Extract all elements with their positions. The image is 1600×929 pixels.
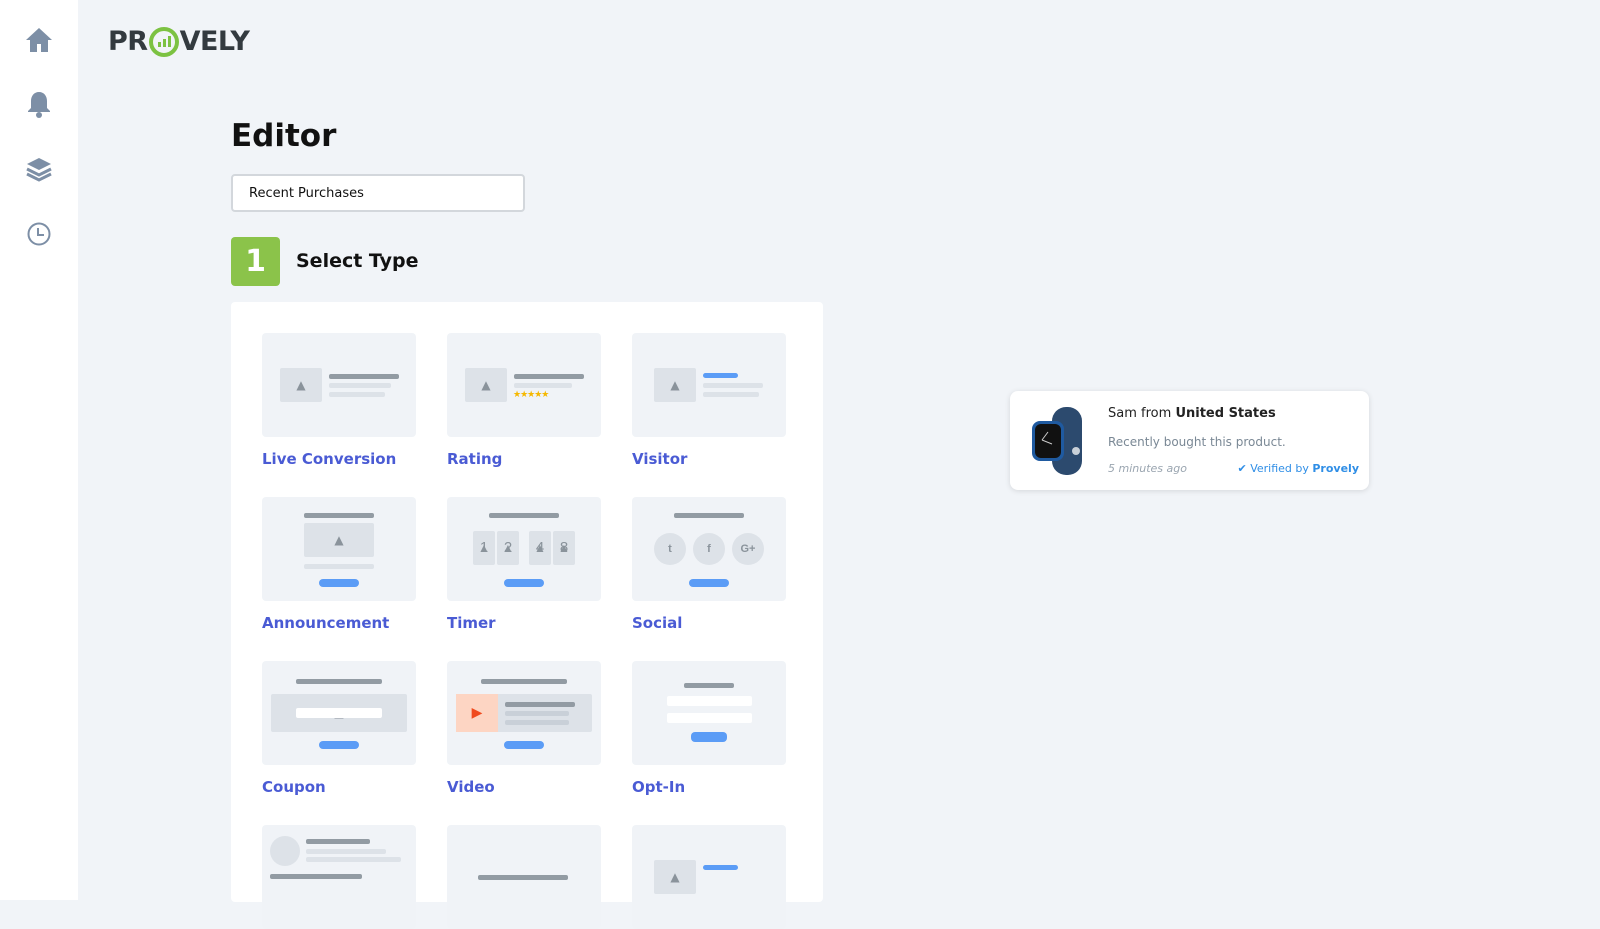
- type-label[interactable]: Opt-In: [632, 778, 685, 796]
- type-card[interactable]: [262, 825, 416, 929]
- sidebar: [0, 0, 78, 900]
- campaign-name-input[interactable]: [231, 174, 525, 212]
- type-label[interactable]: Rating: [447, 450, 502, 468]
- type-label[interactable]: Social: [632, 614, 682, 632]
- type-card-timer[interactable]: 1 2 4 8: [447, 497, 601, 601]
- verified-badge: ✔ Verified by Provely: [1237, 462, 1359, 475]
- timer-digit: 8: [553, 531, 575, 565]
- stars-icon: ★★★★★: [513, 390, 549, 400]
- layers-icon[interactable]: [24, 154, 54, 184]
- notification-preview: Sam from United States Recently bought t…: [1010, 391, 1369, 490]
- clock-icon[interactable]: [24, 219, 54, 249]
- step-number-badge: 1: [231, 237, 280, 286]
- type-card-visitor[interactable]: [632, 333, 786, 437]
- twitter-icon: t: [654, 533, 686, 565]
- type-label[interactable]: Coupon: [262, 778, 326, 796]
- notification-title: Sam from United States: [1108, 406, 1276, 421]
- type-label[interactable]: Timer: [447, 614, 496, 632]
- timer-digit: 4: [529, 531, 551, 565]
- page-title: Editor: [231, 118, 337, 154]
- type-label[interactable]: Video: [447, 778, 495, 796]
- type-label[interactable]: Live Conversion: [262, 450, 396, 468]
- notification-message: Recently bought this product.: [1108, 435, 1286, 449]
- type-card-opt-in[interactable]: [632, 661, 786, 765]
- type-card-live-conversion[interactable]: [262, 333, 416, 437]
- timer-digit: 2: [497, 531, 519, 565]
- timer-digit: 1: [473, 531, 495, 565]
- step-title: Select Type: [296, 250, 419, 272]
- type-panel: Live Conversion ★★★★★ Rating Visitor Ann…: [231, 302, 823, 929]
- type-card[interactable]: [632, 825, 786, 929]
- provely-logo[interactable]: PR VELY: [108, 26, 250, 57]
- type-card-announcement[interactable]: [262, 497, 416, 601]
- facebook-icon: f: [693, 533, 725, 565]
- product-image: [1030, 407, 1090, 475]
- type-card-coupon[interactable]: [262, 661, 416, 765]
- type-label[interactable]: Visitor: [632, 450, 687, 468]
- bell-icon[interactable]: [24, 89, 54, 119]
- google-plus-icon: G+: [732, 533, 764, 565]
- type-label[interactable]: Announcement: [262, 614, 389, 632]
- home-icon[interactable]: [24, 25, 54, 55]
- play-icon: ▶: [456, 694, 498, 732]
- type-card-social[interactable]: t f G+: [632, 497, 786, 601]
- type-card-video[interactable]: ▶: [447, 661, 601, 765]
- notification-time: 5 minutes ago: [1108, 462, 1187, 475]
- check-circle-icon: ✔: [1237, 462, 1247, 475]
- type-card-rating[interactable]: ★★★★★: [447, 333, 601, 437]
- avatar-icon: [270, 836, 300, 866]
- type-card[interactable]: [447, 825, 601, 929]
